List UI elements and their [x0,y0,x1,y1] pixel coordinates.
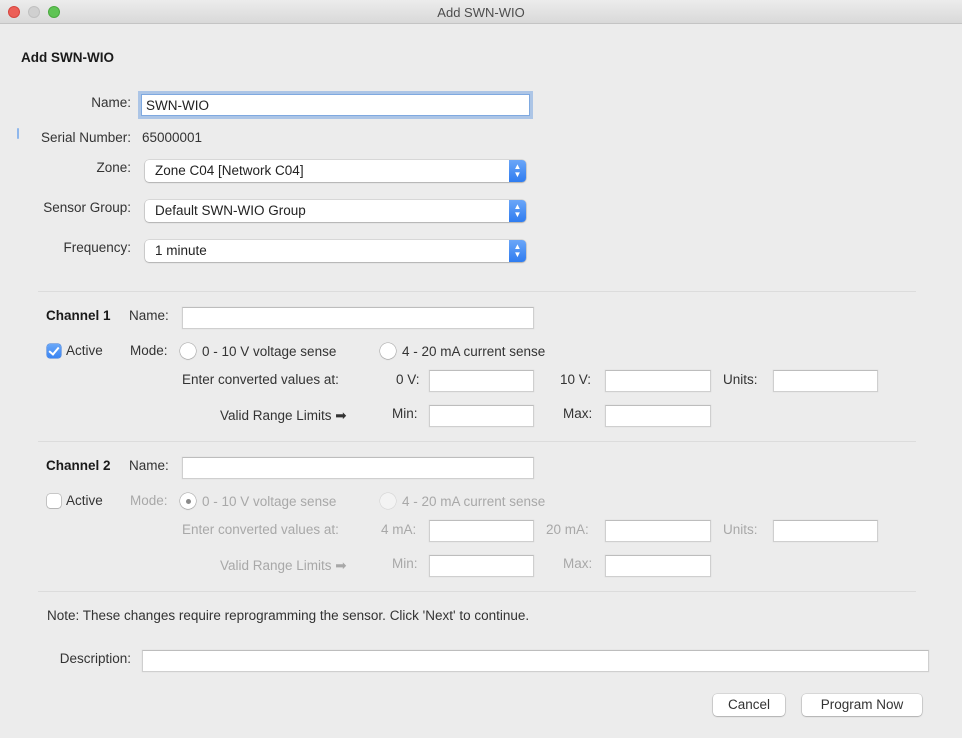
reprogram-note: Note: These changes require reprogrammin… [47,608,530,623]
channel-2-mode-current-label: 4 - 20 mA current sense [402,494,546,509]
channel-1-mode-current-radio[interactable] [380,343,396,359]
select-arrows-icon: ▲ ▼ [509,240,526,262]
channel-2-units-input[interactable] [773,520,878,542]
sensor-group-label: Sensor Group: [43,200,131,215]
channel-2-mode-current-radio[interactable] [380,493,396,509]
channel-1-converted-label: Enter converted values at: [182,372,339,387]
window-title: Add SWN-WIO [437,5,525,20]
channel-2-min-label: Min: [392,556,418,571]
separator [38,441,916,442]
channel-1-active-label: Active [66,343,103,358]
channel-1-mode-current-label: 4 - 20 mA current sense [402,344,546,359]
program-now-button[interactable]: Program Now [802,694,922,716]
channel-2-mode-voltage-radio[interactable] [180,493,196,509]
zone-label: Zone: [96,160,131,175]
channel-2-mode-voltage-label: 0 - 10 V voltage sense [202,494,337,509]
channel-1-active-checkbox[interactable] [47,344,61,358]
channel-2-low-label: 4 mA: [381,522,417,537]
channel-1-mode-voltage-label: 0 - 10 V voltage sense [202,344,337,359]
dialog-heading: Add SWN-WIO [21,50,114,65]
name-label: Name: [91,95,131,110]
channel-1-max-input[interactable] [605,405,711,427]
channel-2-range-label: Valid Range Limits ➡ [220,558,347,573]
sensor-group-select[interactable]: Default SWN-WIO Group ▲ ▼ [145,200,526,222]
channel-1-units-input[interactable] [773,370,878,392]
select-arrows-icon: ▲ ▼ [509,160,526,182]
channel-1-high-input[interactable] [605,370,711,392]
focus-indicator [17,128,19,139]
channel-1-range-label: Valid Range Limits ➡ [220,408,347,423]
cancel-button[interactable]: Cancel [713,694,785,716]
channel-1-min-label: Min: [392,406,418,421]
frequency-selected-value: 1 minute [155,243,207,258]
channel-2-max-label: Max: [563,556,593,571]
sensor-group-selected-value: Default SWN-WIO Group [155,203,306,218]
channel-2-max-input[interactable] [605,555,711,577]
channel-1-low-label: 0 V: [396,372,420,387]
channel-1-high-label: 10 V: [560,372,592,387]
serial-number-value: 65000001 [142,130,203,145]
channel-2-min-input[interactable] [429,555,534,577]
channel-2-name-label: Name: [129,458,169,473]
channel-2-low-input[interactable] [429,520,534,542]
zone-select[interactable]: Zone C04 [Network C04] ▲ ▼ [145,160,526,182]
select-arrows-icon: ▲ ▼ [509,200,526,222]
channel-2-units-label: Units: [723,522,758,537]
channel-2-converted-label: Enter converted values at: [182,522,339,537]
name-input[interactable] [141,94,530,116]
frequency-label: Frequency: [63,240,131,255]
separator [38,291,916,292]
channel-1-mode-voltage-radio[interactable] [180,343,196,359]
channel-2-active-checkbox[interactable] [47,494,61,508]
channel-1-mode-label: Mode: [130,343,168,358]
zone-selected-value: Zone C04 [Network C04] [155,163,304,178]
separator [38,591,916,592]
channel-1-name-input[interactable] [182,307,534,329]
channel-1-low-input[interactable] [429,370,534,392]
channel-2-active-label: Active [66,493,103,508]
channel-2-high-label: 20 mA: [546,522,589,537]
description-input[interactable] [142,650,929,672]
channel-1-units-label: Units: [723,372,758,387]
title-bar: Add SWN-WIO [0,0,962,24]
channel-1-min-input[interactable] [429,405,534,427]
channel-2-high-input[interactable] [605,520,711,542]
channel-1-name-label: Name: [129,308,169,323]
channel-1-max-label: Max: [563,406,593,421]
serial-number-label: Serial Number: [40,130,131,145]
channel-2-name-input[interactable] [182,457,534,479]
channel-1-title: Channel 1 [46,308,111,323]
description-label: Description: [59,651,131,666]
channel-2-mode-label: Mode: [130,493,168,508]
frequency-select[interactable]: 1 minute ▲ ▼ [145,240,526,262]
channel-2-title: Channel 2 [46,458,111,473]
